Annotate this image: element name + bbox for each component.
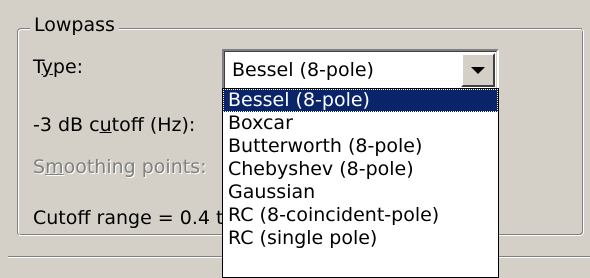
type-select-dropdown-button[interactable] bbox=[461, 53, 495, 87]
dropdown-option-butterworth[interactable]: Butterworth (8-pole) bbox=[223, 135, 498, 158]
dropdown-option-gaussian[interactable]: Gaussian bbox=[223, 181, 498, 204]
cutoff-label: -3 dB cutoff (Hz): bbox=[33, 114, 196, 136]
groupbox-title: Lowpass bbox=[30, 14, 119, 36]
dropdown-option-chebyshev[interactable]: Chebyshev (8-pole) bbox=[223, 158, 498, 181]
dropdown-option-rc-single[interactable]: RC (single pole) bbox=[223, 227, 498, 250]
chevron-down-icon bbox=[471, 67, 485, 74]
dropdown-option-rc-8-coincident[interactable]: RC (8-coincident-pole) bbox=[223, 204, 498, 227]
cutoff-range-text: Cutoff range = 0.4 t bbox=[33, 207, 224, 229]
type-select[interactable]: Bessel (8-pole) bbox=[222, 49, 499, 91]
dropdown-option-bessel[interactable]: Bessel (8-pole) bbox=[223, 89, 498, 112]
type-label: Type: bbox=[33, 56, 84, 78]
type-select-value: Bessel (8-pole) bbox=[232, 59, 374, 81]
dropdown-option-boxcar[interactable]: Boxcar bbox=[223, 112, 498, 135]
type-dropdown-list[interactable]: Bessel (8-pole) Boxcar Butterworth (8-po… bbox=[222, 88, 499, 278]
smoothing-points-label: Smoothing points: bbox=[33, 156, 207, 178]
